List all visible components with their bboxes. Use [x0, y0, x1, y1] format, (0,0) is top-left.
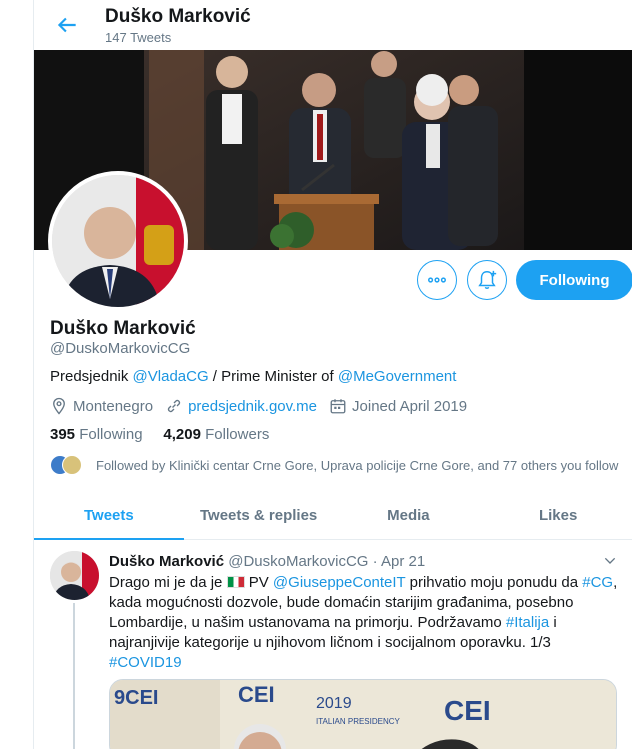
joined-item: Joined April 2019 [329, 397, 467, 415]
thread-line [73, 603, 75, 749]
chevron-down-icon[interactable] [602, 553, 618, 574]
tweet-count: 147 Tweets [105, 30, 172, 45]
media-text-cei: CEI [238, 682, 275, 707]
following-button[interactable]: Following [516, 260, 632, 300]
media-text-9cei: 9CEI [114, 687, 158, 709]
tab-media[interactable]: Media [334, 492, 484, 539]
mention-giuseppeconteit[interactable]: @GiuseppeConteIT [273, 574, 406, 591]
profile-column: Duško Marković 147 Tweets Following Dušk… [33, 0, 632, 749]
joined-text: Joined April 2019 [352, 397, 468, 415]
tweet-text-part: PV [244, 574, 273, 591]
follower-avatar [62, 455, 82, 475]
italy-flag-icon [226, 576, 245, 588]
notifications-button[interactable] [467, 260, 507, 300]
more-icon [428, 277, 446, 283]
website-link[interactable]: predsjednik.gov.me [188, 398, 317, 415]
bio-link-megovernment[interactable]: @MeGovernment [338, 368, 457, 385]
followed-by-text: Followed by Klinički centar Crne Gore, U… [96, 457, 619, 473]
bio-text: / Prime Minister of [208, 368, 338, 385]
location-item: Montenegro [50, 397, 153, 415]
hashtag-italija[interactable]: #Italija [506, 614, 549, 631]
profile-header: Duško Marković 147 Tweets [34, 0, 632, 50]
tweet-text: Drago mi je da je PV @GiuseppeConteIT pr… [109, 573, 619, 673]
profile-name: Duško Marković [50, 318, 196, 339]
tweet-author-name[interactable]: Duško Marković [109, 553, 224, 570]
back-arrow-icon[interactable] [54, 12, 80, 38]
tweet-handle-date[interactable]: @DuskoMarkovicCG · Apr 21 [228, 553, 425, 570]
followed-by[interactable]: Followed by Klinički centar Crne Gore, U… [50, 455, 618, 475]
tab-likes[interactable]: Likes [483, 492, 632, 539]
followers-count: 4,209 [163, 426, 201, 443]
following-stat[interactable]: 395 Following [50, 426, 143, 443]
media-text-cei-large: CEI [444, 695, 491, 726]
profile-bio: Predsjednik @VladaCG / Prime Minister of… [50, 368, 456, 385]
bell-plus-icon [478, 270, 497, 289]
tweet[interactable]: Duško Marković @DuskoMarkovicCG · Apr 21… [34, 541, 632, 749]
tweet-avatar[interactable] [50, 551, 99, 600]
bio-text: Predsjednik [50, 368, 133, 385]
tab-tweets-replies[interactable]: Tweets & replies [184, 492, 334, 539]
more-options-button[interactable] [417, 260, 457, 300]
followed-by-avatars [50, 455, 90, 475]
tweet-text-part: Drago mi je da je [109, 574, 227, 591]
tweet-media-image[interactable]: 9CEI CEI 2019 ITALIAN PRESIDENCY CEI [109, 679, 617, 749]
following-count: 395 [50, 426, 76, 443]
hashtag-cg[interactable]: #CG [582, 574, 613, 591]
bio-link-vladacg[interactable]: @VladaCG [133, 368, 209, 385]
tweet-text-part: prihvatio moju ponudu da [405, 574, 583, 591]
profile-meta: Montenegro predsjednik.gov.me Joined Apr… [50, 397, 479, 415]
location-text: Montenegro [73, 397, 154, 415]
website-item: predsjednik.gov.me [165, 397, 317, 415]
followers-label: Followers [205, 426, 270, 443]
profile-handle: @DuskoMarkovicCG [50, 340, 191, 357]
tab-tweets[interactable]: Tweets [34, 492, 184, 540]
profile-tabs: Tweets Tweets & replies Media Likes [34, 492, 632, 540]
profile-avatar[interactable] [48, 171, 188, 311]
location-pin-icon [53, 397, 65, 415]
media-text-year: 2019 [316, 695, 352, 712]
tweet-header: Duško Marković @DuskoMarkovicCG · Apr 21 [109, 553, 425, 570]
link-icon [167, 399, 181, 413]
media-text-presidency: ITALIAN PRESIDENCY [316, 717, 401, 726]
header-title: Duško Marković [105, 6, 251, 27]
following-label: Following [79, 426, 143, 443]
calendar-icon [330, 399, 346, 414]
follow-stats: 395 Following 4,209 Followers [50, 426, 269, 443]
hashtag-covid19[interactable]: #COVID19 [109, 654, 182, 671]
followers-stat[interactable]: 4,209 Followers [163, 426, 269, 443]
